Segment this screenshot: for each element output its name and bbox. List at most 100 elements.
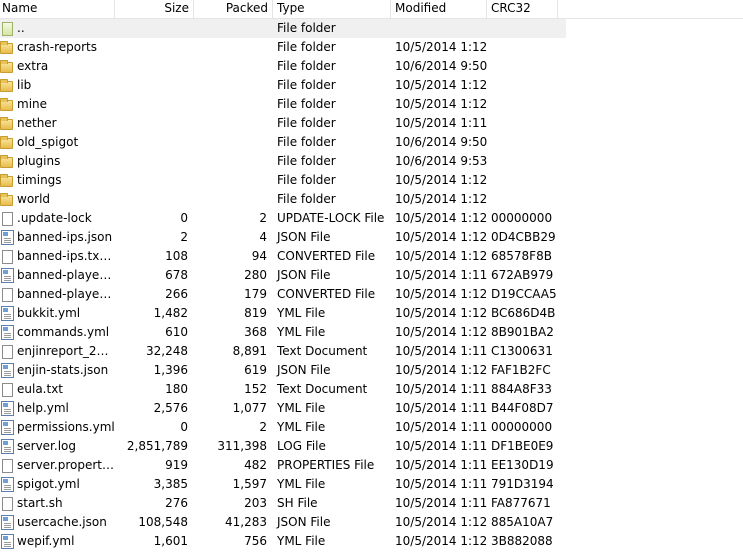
file-crc32: [487, 19, 558, 38]
file-list-window: { "columns": { "name": "Name", "size": "…: [0, 0, 743, 552]
column-header-spacer: [558, 0, 743, 18]
file-row[interactable]: server.properties 919 482 PROPERTIES File 10…: [0, 456, 743, 475]
row-spacer: [558, 209, 743, 228]
file-name-cell: banned-players....: [0, 285, 115, 304]
column-header-crc32[interactable]: CRC32: [487, 0, 558, 18]
file-packed-size: 368: [244, 325, 267, 339]
file-packed-size: 152: [244, 382, 267, 396]
file-name: server.properties: [17, 458, 115, 472]
file-name-cell: help.yml: [0, 399, 115, 418]
column-header-modified[interactable]: Modified: [391, 0, 487, 18]
file-row[interactable]: usercache.json 108,548 41,283 JSON File 10/5…: [0, 513, 743, 532]
file-type: UPDATE-LOCK File: [277, 211, 385, 225]
file-row[interactable]: banned-ips.json 2 4 JSON File 10/5/2014 1:12…: [0, 228, 743, 247]
row-spacer: [558, 513, 743, 532]
file-row[interactable]: plugins File folder 10/6/2014 9:53 ...: [0, 152, 743, 171]
file-modified: 10/5/2014 1:12 ...: [395, 97, 487, 111]
file-row[interactable]: .. File folder: [0, 19, 743, 38]
file-name-cell: world: [0, 190, 115, 209]
file-modified: 10/5/2014 1:12 ...: [395, 306, 487, 320]
row-spacer: [558, 399, 743, 418]
file-row[interactable]: crash-reports File folder 10/5/2014 1:12 .…: [0, 38, 743, 57]
file-crc32: 791D3194: [491, 477, 554, 491]
row-spacer: [558, 323, 743, 342]
parent-folder-icon: [2, 21, 13, 36]
file-row[interactable]: .update-lock 0 2 UPDATE-LOCK File 10/5/2014 …: [0, 209, 743, 228]
file-row[interactable]: permissions.yml 0 2 YML File 10/5/2014 1:11 …: [0, 418, 743, 437]
file-name-cell: enjin-stats.json: [0, 361, 115, 380]
file-row[interactable]: mine File folder 10/5/2014 1:12 ...: [0, 95, 743, 114]
file-crc32: [487, 114, 558, 133]
column-header-type[interactable]: Type: [273, 0, 391, 18]
file-row[interactable]: bukkit.yml 1,482 819 YML File 10/5/2014 1:12…: [0, 304, 743, 323]
row-spacer: [558, 342, 743, 361]
file-type: PROPERTIES File: [277, 458, 375, 472]
file-list: .. File folder crash-reports File folder 10/…: [0, 19, 743, 551]
column-header-packed[interactable]: Packed: [194, 0, 273, 18]
file-size: [115, 38, 194, 57]
file-size: [115, 19, 194, 38]
file-row[interactable]: help.yml 2,576 1,077 YML File 10/5/2014 1:11…: [0, 399, 743, 418]
file-row[interactable]: banned-players.... 266 179 CONVERTED File 10…: [0, 285, 743, 304]
folder-icon: [0, 98, 13, 111]
file-type: YML File: [277, 325, 326, 339]
file-size: 0: [180, 211, 188, 225]
file-row[interactable]: nether File folder 10/5/2014 1:11 ...: [0, 114, 743, 133]
file-name: extra: [17, 59, 49, 73]
file-row[interactable]: commands.yml 610 368 YML File 10/5/2014 1:12…: [0, 323, 743, 342]
column-header-row: Name Size Packed Type Modified CRC32: [0, 0, 743, 19]
file-name-cell: spigot.yml: [0, 475, 115, 494]
file-packed-size: [194, 171, 273, 190]
file-name-cell: nether: [0, 114, 115, 133]
row-spacer: [558, 304, 743, 323]
file-size: 2: [180, 230, 188, 244]
row-spacer: [558, 494, 743, 513]
file-row[interactable]: eula.txt 180 152 Text Document 10/5/2014 1:1…: [0, 380, 743, 399]
file-name: banned-players....: [17, 287, 115, 301]
file-row[interactable]: lib File folder 10/5/2014 1:12 ...: [0, 76, 743, 95]
file-packed-size: [194, 190, 273, 209]
file-type: JSON File: [277, 230, 331, 244]
file-size: 108,548: [138, 515, 188, 529]
file-crc32: 672AB979: [491, 268, 554, 282]
file-row[interactable]: wepif.yml 1,601 756 YML File 10/5/2014 1:12 …: [0, 532, 743, 551]
file-row[interactable]: server.log 2,851,789 311,398 LOG File 10/5/2…: [0, 437, 743, 456]
file-type: YML File: [277, 420, 326, 434]
document-icon: [1, 439, 14, 454]
file-name: nether: [17, 116, 57, 130]
column-header-name[interactable]: Name: [0, 0, 115, 18]
file-crc32: 0D4CBB29: [491, 230, 556, 244]
file-name-cell: enjinreport_2014...: [0, 342, 115, 361]
file-row[interactable]: old_spigot File folder 10/6/2014 9:50 ...: [0, 133, 743, 152]
file-type: File folder: [277, 40, 336, 54]
document-icon: [1, 230, 14, 245]
file-type: File folder: [277, 135, 336, 149]
file-packed-size: [194, 76, 273, 95]
file-crc32: [487, 38, 558, 57]
file-modified: 10/6/2014 9:50 ...: [395, 59, 487, 73]
file-crc32: [487, 76, 558, 95]
file-row[interactable]: world File folder 10/5/2014 1:12 ...: [0, 190, 743, 209]
file-name: start.sh: [17, 496, 63, 510]
file-icon: [2, 458, 13, 473]
file-type: LOG File: [277, 439, 326, 453]
file-row[interactable]: spigot.yml 3,385 1,597 YML File 10/5/2014 1:…: [0, 475, 743, 494]
file-row[interactable]: banned-ips.txt.c... 108 94 CONVERTED File 10…: [0, 247, 743, 266]
file-packed-size: 4: [259, 230, 267, 244]
file-packed-size: 41,283: [225, 515, 267, 529]
file-row[interactable]: timings File folder 10/5/2014 1:12 ...: [0, 171, 743, 190]
file-name: enjinreport_2014...: [17, 344, 115, 358]
file-modified: 10/5/2014 1:12 ...: [395, 78, 487, 92]
column-header-size[interactable]: Size: [115, 0, 194, 18]
file-row[interactable]: enjinreport_2014... 32,248 8,891 Text Docum…: [0, 342, 743, 361]
file-packed-size: [194, 152, 273, 171]
file-size: 2,851,789: [126, 439, 188, 453]
file-type: File folder: [277, 21, 336, 35]
file-size: 266: [165, 287, 188, 301]
file-row[interactable]: extra File folder 10/6/2014 9:50 ...: [0, 57, 743, 76]
file-row[interactable]: banned-players.... 678 280 JSON File 10/5/20…: [0, 266, 743, 285]
row-spacer: [558, 380, 743, 399]
file-row[interactable]: enjin-stats.json 1,396 619 JSON File 10/5/20…: [0, 361, 743, 380]
file-row[interactable]: start.sh 276 203 SH File 10/5/2014 1:11 ... F…: [0, 494, 743, 513]
file-name: plugins: [17, 154, 61, 168]
